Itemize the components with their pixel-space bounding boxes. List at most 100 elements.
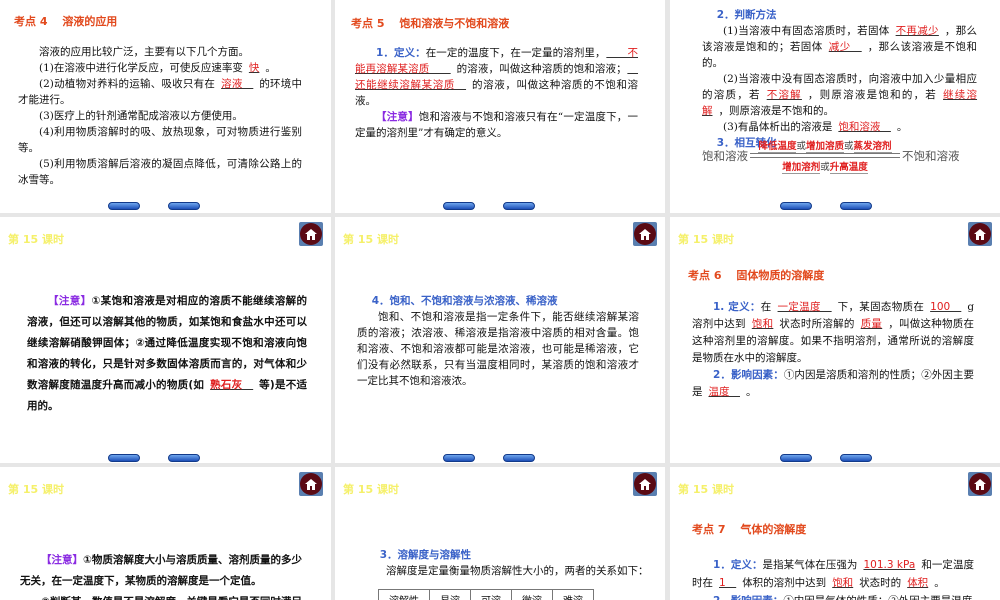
prev-page-button[interactable] [108,202,140,210]
slide-2: 考点 5 饱和溶液与不饱和溶液 1．定义：在一定的温度下，在一定量的溶剂里， 不… [335,0,665,213]
slide-title: 考点 6 固体物质的溶解度 [688,269,825,282]
note-label: 【注意】 [41,554,84,566]
home-icon [634,223,656,245]
paragraph: (1)在溶液中进行化学反应，可使反应速率变快。 [18,60,302,76]
paragraph: 1．定义：是指某气体在压强为 101.3 kPa 和一定温度时在 1 体积的溶剂中达到… [692,556,974,592]
paragraph: 2．影响因素：①内因是溶质和溶剂的性质；②外因主要是 温度 。 [692,367,974,401]
text: 。 [746,386,757,398]
next-page-button[interactable] [503,202,535,210]
slide-body: 3．溶解度与溶解性溶解度是定量衡量物质溶解性大小的，两者的关系如下： [365,547,655,579]
slide-7: 第 15 课时 【注意】①物质溶解度大小与溶质质量、溶剂质量的多少无关，在一定温… [0,467,331,600]
paragraph: (3)医疗上的针剂通常配成溶液以方便使用。 [18,108,302,124]
slide-3: 2．判断方法 (1)当溶液中有固态溶质时，若固体 不再减少 ，那么该溶液是饱和的；若固… [670,0,1000,213]
slide-title: 考点 7 气体的溶解度 [692,523,807,536]
paragraph: ②判断某一数值是不是溶解度，关键是看它是否同时满足 [20,592,302,600]
prev-page-button[interactable] [443,454,475,462]
next-page-button[interactable] [168,202,200,210]
text: (2)动植物对养料的运输、吸收只有在 [39,78,216,90]
text: 。 [265,62,276,74]
lesson-header: 第 15 课时 [343,233,399,246]
slide-title: 考点 5 饱和溶液与不饱和溶液 [351,17,510,30]
answer-blank: 质量 [860,318,883,330]
home-button[interactable] [299,472,323,496]
unsaturated-solution-label: 不饱和溶液 [902,148,960,163]
answer-blank: 饱和 [751,318,774,330]
paragraph: (1)当溶液中有固态溶质时，若固体 不再减少 ，那么该溶液是饱和的；若固体 减少 ，那… [702,23,977,71]
paragraph: 1．定义：在一定的温度下，在一定量的溶剂里， 不能再溶解某溶质 的溶液，叫做这种… [355,45,638,109]
answer-blank: 体积 [907,577,929,589]
slide-title: 考点 4 溶液的应用 [14,15,118,28]
double-arrow-icon [750,153,900,158]
answer-blank: 1 [719,577,737,589]
text: (3)医疗上的针剂通常配成溶液以方便使用。 [39,110,243,122]
text: (1)在溶液中进行化学反应，可使反应速率变 [39,62,243,74]
next-page-button[interactable] [503,454,535,462]
home-button[interactable] [633,472,657,496]
paragraph: 1. 定义：在 一定温度 下，某固态物质在 100 g溶剂中达到 饱和 状态时所溶解的质… [692,299,974,367]
slide-body: 【注意】①物质溶解度大小与溶质质量、溶剂质量的多少无关，在一定温度下，某物质的溶… [20,550,302,600]
saturated-solution-label: 饱和溶液 [702,148,748,163]
text: 是指某气体在压强为 [762,559,858,571]
section-label: 1．定义： [713,559,763,571]
table-header-row: 溶解性 易溶 可溶 微溶 难溶 [378,589,594,600]
paragraph: 2．影响因素：①内因是气体的性质；②外因主要是温度 [692,592,974,600]
text: ，则原溶液是不饱和的。 [718,105,835,117]
text: ，则原溶液是饱和的，若 [807,89,938,101]
text: 状态时的 [859,577,902,589]
note-label: 【注意】 [376,111,419,123]
paragraph: 溶解度是定量衡量物质溶解性大小的，两者的关系如下： [365,563,655,579]
section-label: 1. 定义： [713,301,761,313]
note-label: 【注意】 [48,295,92,307]
text: 饱和、不饱和溶液是指一定条件下，能否继续溶解某溶质的溶液；浓溶液、稀溶液是指溶液… [357,311,639,387]
answer-blank: 饱和 [832,577,854,589]
text: 。 [896,121,908,133]
text: 溶液的应用比较广泛，主要有以下几个方面。 [39,46,249,58]
text: (1)当溶液中有固态溶质时，若固体 [723,25,890,37]
text: 。 [934,577,945,589]
slide-5: 第 15 课时 4．饱和、不饱和溶液与浓溶液、稀溶液 饱和、不饱和溶液是指一定条件… [335,217,665,463]
reverse-conditions: 增加溶剂或升高温度 [782,162,868,174]
text: 溶解度是定量衡量物质溶解性大小的，两者的关系如下： [386,565,649,577]
paragraph: (5)利用物质溶解后溶液的凝固点降低，可清除公路上的冰雪等。 [18,156,302,188]
prev-page-button[interactable] [780,202,812,210]
text: 体积的溶剂中达到 [742,577,827,589]
home-button[interactable] [968,222,992,246]
conversion-arrows: 降低温度或增加溶质或蒸发溶剂 增加溶剂或升高温度 [750,138,900,174]
home-button[interactable] [633,222,657,246]
text: (4)利用物质溶解时的吸、放热现象，可对物质进行鉴别等。 [18,126,302,154]
next-page-button[interactable] [840,202,872,210]
lesson-header: 第 15 课时 [343,483,399,496]
slide-8: 第 15 课时 3．溶解度与溶解性溶解度是定量衡量物质溶解性大小的，两者的关系如… [335,467,665,600]
text: 的溶液，叫做这种溶质的饱和溶液； [456,63,622,75]
slide-body: 1．定义：是指某气体在压强为 101.3 kPa 和一定温度时在 1 体积的溶剂中达到… [692,556,974,600]
conversion-diagram: 饱和溶液 降低温度或增加溶质或蒸发溶剂 增加溶剂或升高温度 不饱和溶液 [702,138,960,174]
lesson-header: 第 15 课时 [678,233,734,246]
table-header-cell: 溶解性 [378,589,430,600]
home-icon [634,473,656,495]
slide-body: 溶液的应用比较广泛，主要有以下几个方面。 (1)在溶液中进行化学反应，可使反应速率… [18,44,302,188]
forward-conditions: 降低温度或增加溶质或蒸发溶剂 [758,141,892,153]
paragraph: 【注意】①物质溶解度大小与溶质质量、溶剂质量的多少无关，在一定温度下，某物质的溶… [20,550,302,592]
lesson-header: 第 15 课时 [8,233,64,246]
slide-4: 第 15 课时 【注意】①某饱和溶液是对相应的溶质不能继续溶解的溶液，但还可以溶… [0,217,331,463]
paragraph: (2)当溶液中没有固态溶质时，向溶液中加入少量相应的溶质，若 不溶解 ，则原溶液是饱… [702,71,977,119]
slide-body: 【注意】①某饱和溶液是对相应的溶质不能继续溶解的溶液，但还可以溶解其他的物质，如… [27,291,307,417]
next-page-button[interactable] [840,454,872,462]
slide-1: 考点 4 溶液的应用 溶液的应用比较广泛，主要有以下几个方面。 (1)在溶液中进行… [0,0,331,213]
next-page-button[interactable] [168,454,200,462]
prev-page-button[interactable] [108,454,140,462]
home-button[interactable] [968,472,992,496]
home-button[interactable] [299,222,323,246]
paragraph: 【注意】①某饱和溶液是对相应的溶质不能继续溶解的溶液，但还可以溶解其他的物质，如… [27,291,307,417]
lesson-header: 第 15 课时 [8,483,64,496]
paragraph: 2．判断方法 [702,7,977,23]
answer-blank: 100 [930,301,962,313]
table-header-cell: 易溶 [429,589,471,600]
prev-page-button[interactable] [443,202,475,210]
home-icon [969,473,991,495]
answer-blank: 温度 [708,386,740,398]
table-header-cell: 可溶 [470,589,512,600]
home-icon [969,223,991,245]
paragraph: 3．溶解度与溶解性 [365,547,655,563]
prev-page-button[interactable] [780,454,812,462]
